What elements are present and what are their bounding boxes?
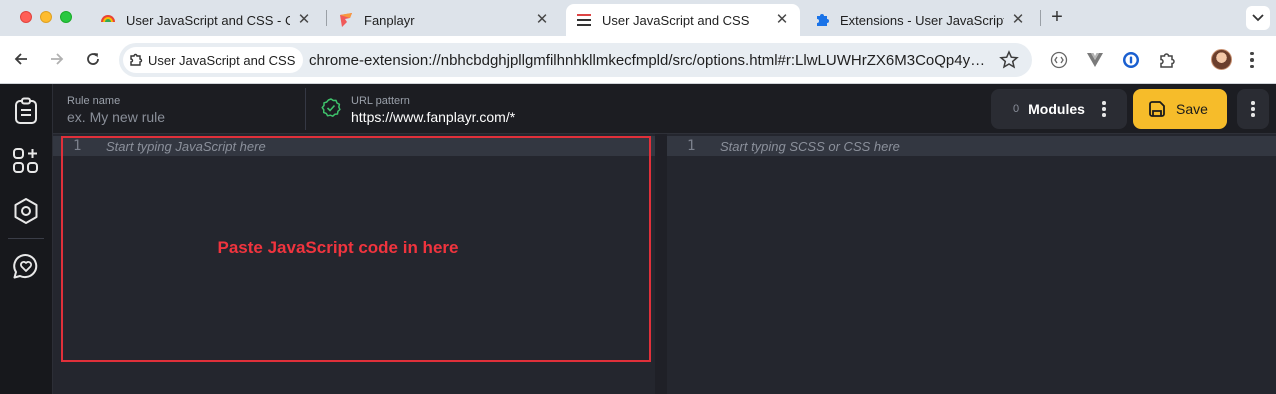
rules-list-icon[interactable]	[11, 96, 41, 126]
annotation-highlight-box: Paste JavaScript code in here	[61, 136, 651, 362]
line-number: 1	[687, 138, 696, 154]
browser-menu-button[interactable]	[1249, 50, 1255, 70]
reload-icon	[87, 53, 99, 65]
bookmark-star-icon[interactable]	[999, 50, 1019, 70]
browser-toolbar: User JavaScript and CSS chrome-extension…	[0, 36, 1276, 84]
app-sidebar	[0, 84, 53, 394]
tab-chrome-web-store[interactable]: User JavaScript and CSS - Chrome Web Sto…	[90, 4, 322, 36]
css-editor-placeholder: Start typing SCSS or CSS here	[720, 138, 900, 154]
reload-button[interactable]	[82, 48, 104, 70]
rule-header: Rule name ex. My new rule URL pattern ht…	[53, 84, 1276, 134]
vue-devtools-icon[interactable]	[1085, 50, 1105, 70]
address-bar[interactable]: User JavaScript and CSS chrome-extension…	[119, 43, 1032, 77]
tab-title: User JavaScript and CSS - Chrome Web Sto…	[126, 12, 290, 28]
extension-options-app: Rule name ex. My new rule URL pattern ht…	[0, 84, 1276, 394]
modules-count-badge: 0	[1013, 103, 1020, 115]
password-manager-icon[interactable]	[1121, 50, 1141, 70]
floppy-disk-icon	[1149, 101, 1165, 117]
save-label: Save	[1176, 101, 1208, 117]
user-js-css-icon	[576, 12, 592, 28]
puzzle-piece-icon	[814, 12, 830, 28]
url-pattern-label: URL pattern	[351, 95, 410, 107]
tab-fanplayr[interactable]: Fanplayr ✕	[328, 4, 560, 36]
site-info-chip[interactable]: User JavaScript and CSS	[123, 47, 304, 73]
window-minimize-button[interactable]	[40, 11, 52, 23]
forward-button[interactable]	[46, 48, 68, 70]
url-pattern-input[interactable]: https://www.fanplayr.com/*	[351, 109, 911, 125]
editor-line: 1 Start typing SCSS or CSS here	[667, 136, 1276, 156]
profile-avatar[interactable]	[1211, 49, 1232, 70]
more-vertical-icon	[1250, 100, 1256, 118]
modules-label: Modules	[1028, 101, 1085, 117]
chrome-web-store-icon	[100, 12, 116, 28]
close-icon[interactable]: ✕	[534, 12, 550, 28]
site-chip-label: User JavaScript and CSS	[148, 52, 296, 68]
tab-title: Extensions - User JavaScript and CSS	[840, 12, 1004, 28]
tab-user-js-css-active[interactable]: User JavaScript and CSS ✕	[566, 4, 800, 36]
browser-tab-strip: User JavaScript and CSS - Chrome Web Sto…	[0, 0, 1276, 36]
arrow-left-icon	[14, 53, 27, 65]
tab-title: User JavaScript and CSS	[602, 12, 750, 28]
modules-more-icon[interactable]	[1101, 100, 1107, 118]
window-close-button[interactable]	[20, 11, 32, 23]
rule-name-label: Rule name	[67, 95, 121, 107]
settings-hexagon-icon[interactable]	[11, 196, 41, 226]
back-button[interactable]	[10, 48, 32, 70]
window-zoom-button[interactable]	[60, 11, 72, 23]
tab-separator	[326, 10, 327, 26]
arrow-right-icon	[51, 53, 64, 65]
chevron-down-icon	[1252, 14, 1264, 22]
fanplayr-icon	[338, 12, 354, 28]
extensions-puzzle-icon[interactable]	[1157, 50, 1177, 70]
new-tab-button[interactable]: +	[1046, 6, 1068, 28]
add-module-icon[interactable]	[11, 146, 41, 176]
extension-page-icon	[129, 53, 143, 67]
tab-title: Fanplayr	[364, 12, 415, 28]
tab-search-button[interactable]	[1246, 6, 1270, 30]
modules-button[interactable]: 0 Modules	[991, 89, 1127, 129]
sidebar-divider	[8, 238, 44, 239]
url-text[interactable]: chrome-extension://nbhcbdghjpllgmfilhnhk…	[309, 52, 999, 69]
support-heart-icon[interactable]	[11, 251, 41, 281]
close-icon[interactable]: ✕	[296, 12, 312, 28]
css-editor[interactable]: 1 Start typing SCSS or CSS here	[667, 134, 1276, 394]
url-valid-check-icon	[321, 98, 341, 117]
close-icon[interactable]: ✕	[774, 12, 790, 28]
annotation-label: Paste JavaScript code in here	[217, 238, 459, 257]
save-button[interactable]: Save	[1133, 89, 1227, 129]
tab-extensions[interactable]: Extensions - User JavaScript and CSS ✕	[804, 4, 1036, 36]
header-divider	[305, 88, 306, 130]
tab-separator	[1040, 10, 1041, 26]
close-icon[interactable]: ✕	[1010, 12, 1026, 28]
editor-split-handle[interactable]	[655, 134, 667, 394]
rule-menu-button[interactable]	[1237, 89, 1269, 129]
code-brackets-extension-icon[interactable]	[1049, 50, 1069, 70]
rule-name-input[interactable]: ex. My new rule	[67, 109, 287, 125]
